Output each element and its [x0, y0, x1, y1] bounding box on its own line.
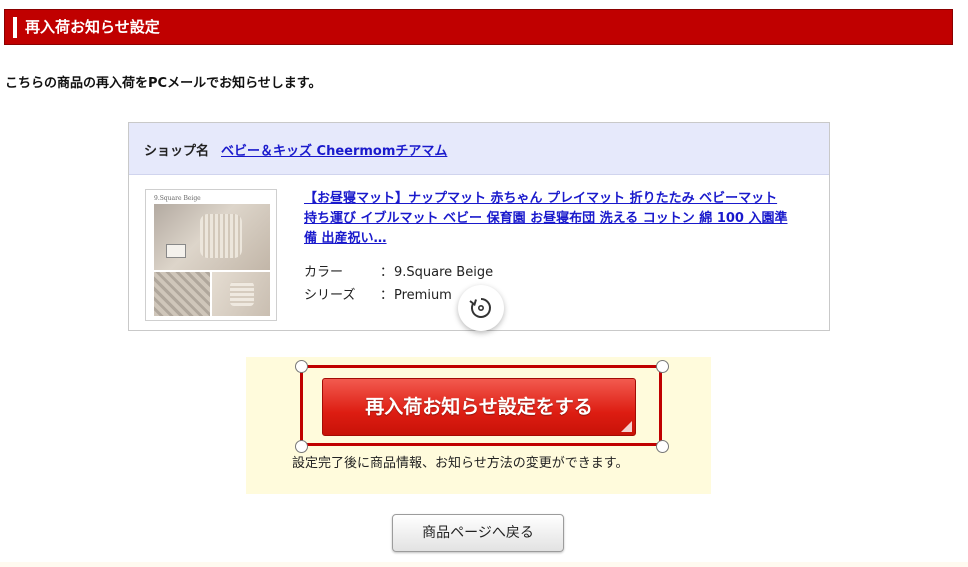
spec-colon: ：: [380, 265, 394, 280]
intro-text: こちらの商品の再入荷をPCメールでお知らせします。: [5, 76, 322, 91]
rotate-button[interactable]: [458, 285, 504, 331]
spec-label: シリーズ: [304, 288, 356, 303]
thumbnail-photo-left: [154, 272, 210, 316]
shop-name-label: ショップ名: [144, 144, 210, 159]
back-to-product-button[interactable]: 商品ページへ戻る: [392, 514, 564, 552]
mat-bag-shape: [200, 214, 242, 258]
page-title: 再入荷お知らせ設定: [25, 18, 160, 36]
mini-bag-shape: [230, 282, 254, 306]
spec-row-color: カラー ：9.Square Beige: [304, 261, 493, 280]
thumbnail-caption: 9.Square Beige: [154, 195, 201, 202]
header-accent-bar: [13, 17, 17, 38]
resize-handle-top-left[interactable]: [295, 360, 308, 373]
spec-value: Premium: [394, 288, 452, 303]
thumbnail-photo-right: [212, 272, 270, 316]
shop-header: ショップ名 ベビー＆キッズ Cheermomチアマム: [129, 123, 829, 175]
corner-triangle-icon: [621, 421, 632, 432]
product-title-line: 持ち運び イブルマット ベビー 保育園 お昼寝布団 洗える コットン 綿 100…: [304, 211, 788, 226]
spec-row-series: シリーズ ：Premium: [304, 284, 452, 303]
product-title-link[interactable]: 【お昼寝マット】ナップマット 赤ちゃん プレイマット 折りたたみ ベビーマット …: [304, 189, 809, 249]
resize-handle-top-right[interactable]: [656, 360, 669, 373]
spec-label: カラー: [304, 265, 344, 280]
cta-note: 設定完了後に商品情報、お知らせ方法の変更ができます。: [292, 456, 629, 471]
product-title-line: 【お昼寝マット】ナップマット 赤ちゃん プレイマット 折りたたみ ベビーマット: [304, 191, 778, 206]
restock-notify-label: 再入荷お知らせ設定をする: [365, 396, 593, 418]
resize-handle-bottom-right[interactable]: [656, 440, 669, 453]
shop-name-link[interactable]: ベビー＆キッズ Cheermomチアマム: [221, 140, 447, 159]
bottom-strip: [0, 562, 968, 567]
page-header: 再入荷お知らせ設定: [4, 9, 953, 45]
spec-value: 9.Square Beige: [394, 265, 494, 280]
rotate-icon: [469, 298, 491, 318]
restock-notify-button[interactable]: 再入荷お知らせ設定をする: [322, 378, 636, 436]
spec-colon: ：: [380, 288, 394, 303]
thumbnail-main-photo: [154, 204, 270, 270]
product-thumbnail[interactable]: 9.Square Beige: [145, 189, 277, 321]
product-title-line: 備 出産祝い…: [304, 231, 387, 246]
calendar-block: [166, 244, 186, 258]
